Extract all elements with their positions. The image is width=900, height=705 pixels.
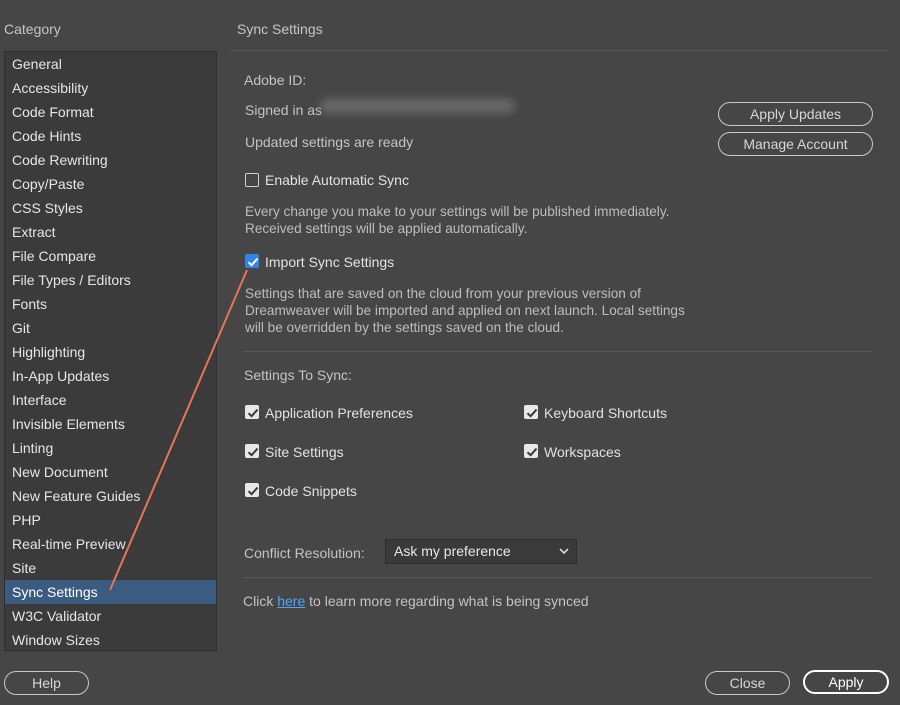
enable-automatic-sync-checkbox[interactable] [245, 173, 259, 187]
category-item-code-hints[interactable]: Code Hints [5, 124, 216, 148]
manage-account-button[interactable]: Manage Account [718, 132, 873, 156]
category-item-git[interactable]: Git [5, 316, 216, 340]
category-item-file-compare[interactable]: File Compare [5, 244, 216, 268]
conflict-resolution-value: Ask my preference [394, 543, 511, 559]
category-list[interactable]: General Accessibility Code Format Code H… [4, 51, 217, 651]
apply-button[interactable]: Apply [803, 670, 889, 694]
conflict-resolution-label: Conflict Resolution: [244, 545, 365, 561]
footer-info-text: Click here to learn more regarding what … [243, 593, 589, 609]
preferences-dialog: Category General Accessibility Code Form… [0, 0, 900, 705]
checkmark-icon [247, 447, 259, 457]
signed-in-label: Signed in as [245, 102, 323, 118]
import-sync-settings-label[interactable]: Import Sync Settings [265, 254, 394, 270]
import-sync-description-line-2: Dreamweaver will be imported and applied… [245, 303, 685, 318]
category-item-highlighting[interactable]: Highlighting [5, 340, 216, 364]
category-item-code-format[interactable]: Code Format [5, 100, 216, 124]
help-button[interactable]: Help [4, 671, 89, 695]
application-preferences-checkbox[interactable] [245, 405, 259, 419]
category-item-interface[interactable]: Interface [5, 388, 216, 412]
category-item-invisible-elements[interactable]: Invisible Elements [5, 412, 216, 436]
auto-sync-description-line-1: Every change you make to your settings w… [245, 204, 670, 219]
panel-divider [230, 50, 889, 51]
footer-divider [243, 577, 872, 578]
redacted-account-email [320, 98, 515, 114]
workspaces-label[interactable]: Workspaces [544, 444, 621, 460]
workspaces-checkbox[interactable] [524, 444, 538, 458]
import-sync-description-line-3: will be overridden by the settings saved… [245, 320, 564, 335]
category-item-accessibility[interactable]: Accessibility [5, 76, 216, 100]
import-sync-settings-checkbox[interactable] [245, 254, 259, 268]
footer-click-text: Click [243, 593, 274, 609]
category-item-new-feature-guides[interactable]: New Feature Guides [5, 484, 216, 508]
application-preferences-label[interactable]: Application Preferences [265, 405, 413, 421]
close-button[interactable]: Close [705, 671, 790, 695]
updated-status-text: Updated settings are ready [245, 134, 414, 150]
category-item-site[interactable]: Site [5, 556, 216, 580]
code-snippets-checkbox[interactable] [245, 483, 259, 497]
category-title: Category [4, 21, 61, 37]
category-item-fonts[interactable]: Fonts [5, 292, 216, 316]
settings-to-sync-label: Settings To Sync: [244, 367, 352, 383]
keyboard-shortcuts-checkbox[interactable] [524, 405, 538, 419]
category-item-real-time-preview[interactable]: Real-time Preview [5, 532, 216, 556]
footer-rest-text: to learn more regarding what is being sy… [309, 593, 589, 609]
category-item-css-styles[interactable]: CSS Styles [5, 196, 216, 220]
checkmark-icon [247, 408, 259, 418]
conflict-resolution-select[interactable]: Ask my preference [385, 539, 577, 564]
category-item-code-rewriting[interactable]: Code Rewriting [5, 148, 216, 172]
site-settings-label[interactable]: Site Settings [265, 444, 344, 460]
category-item-extract[interactable]: Extract [5, 220, 216, 244]
site-settings-checkbox[interactable] [245, 444, 259, 458]
section-divider [243, 351, 872, 352]
category-item-window-sizes[interactable]: Window Sizes [5, 628, 216, 652]
apply-updates-button[interactable]: Apply Updates [718, 102, 873, 126]
import-sync-description-line-1: Settings that are saved on the cloud fro… [245, 286, 641, 301]
learn-more-link[interactable]: here [277, 593, 305, 609]
category-item-file-types-editors[interactable]: File Types / Editors [5, 268, 216, 292]
checkmark-icon [247, 257, 259, 267]
auto-sync-description-line-2: Received settings will be applied automa… [245, 221, 528, 236]
panel-title: Sync Settings [237, 21, 323, 37]
checkmark-icon [526, 408, 538, 418]
category-item-php[interactable]: PHP [5, 508, 216, 532]
enable-automatic-sync-label[interactable]: Enable Automatic Sync [265, 172, 409, 188]
checkmark-icon [526, 447, 538, 457]
category-item-general[interactable]: General [5, 52, 216, 76]
chevron-down-icon [559, 548, 569, 555]
keyboard-shortcuts-label[interactable]: Keyboard Shortcuts [544, 405, 667, 421]
category-item-linting[interactable]: Linting [5, 436, 216, 460]
category-item-in-app-updates[interactable]: In-App Updates [5, 364, 216, 388]
category-item-w3c-validator[interactable]: W3C Validator [5, 604, 216, 628]
category-item-sync-settings[interactable]: Sync Settings [5, 580, 216, 604]
category-item-copy-paste[interactable]: Copy/Paste [5, 172, 216, 196]
code-snippets-label[interactable]: Code Snippets [265, 483, 357, 499]
checkmark-icon [247, 486, 259, 496]
adobe-id-label: Adobe ID: [244, 72, 307, 88]
category-item-new-document[interactable]: New Document [5, 460, 216, 484]
